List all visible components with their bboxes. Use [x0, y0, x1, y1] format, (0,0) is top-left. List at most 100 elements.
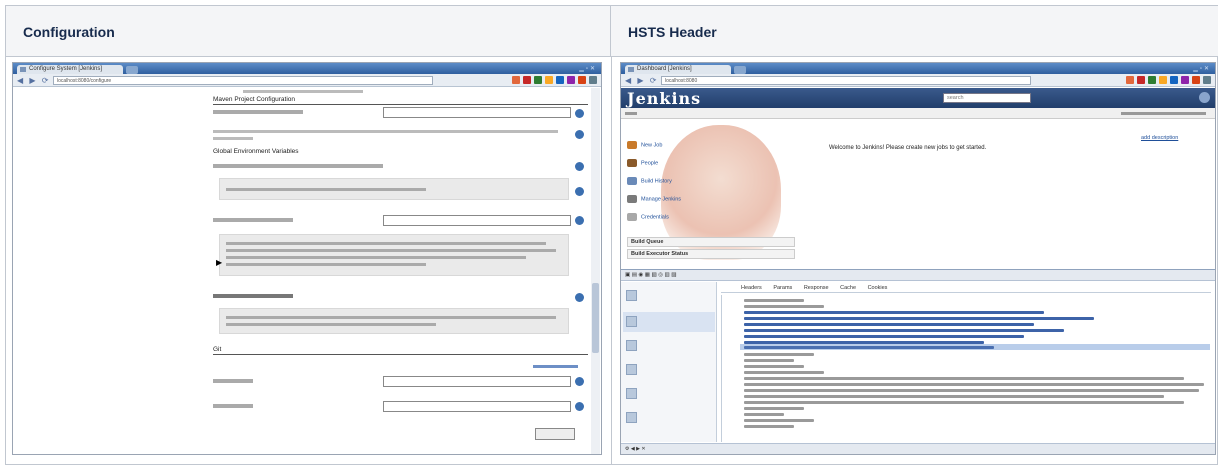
welcome-message: Welcome to Jenkins! Please create new jo…: [829, 145, 987, 151]
extension-icon: [1192, 76, 1200, 84]
build-executor-panel: Build Executor Status: [627, 249, 795, 259]
help-icon[interactable]: [575, 162, 584, 171]
extension-icon: [523, 76, 531, 84]
form-label: [213, 294, 293, 298]
header-line: [744, 401, 1184, 404]
header-line: [744, 419, 814, 422]
extension-icon: [1181, 76, 1189, 84]
help-icon[interactable]: [575, 130, 584, 139]
tab-params[interactable]: Params: [773, 285, 792, 291]
extension-icon: [1148, 76, 1156, 84]
git-email-field[interactable]: [383, 401, 571, 412]
header-line: [744, 305, 824, 308]
jenkins-header: Jenkins search: [621, 88, 1215, 108]
extension-icon: [534, 76, 542, 84]
file-icon: [626, 364, 637, 375]
status-icons: ⚙ ◀ ▶ ✕: [625, 446, 646, 452]
browser-navbar: ◀ ▶ ⟳ ☆ localhost:8080/configure: [13, 74, 601, 87]
help-icon[interactable]: [1199, 92, 1210, 103]
help-icon[interactable]: [575, 402, 584, 411]
maven-options-field[interactable]: [383, 107, 571, 118]
header-line: [744, 335, 1024, 338]
favicon-icon: [628, 67, 634, 72]
new-tab-icon: [734, 66, 746, 74]
configuration-screenshot: Configure System [Jenkins] ▁▫✕ ◀ ▶ ⟳ ☆ l…: [12, 62, 602, 455]
form-label: [213, 110, 303, 114]
header-line: [744, 317, 1094, 320]
wrench-icon: [1203, 76, 1211, 84]
extension-icon: [512, 76, 520, 84]
form-label: [213, 164, 383, 168]
global-config-link[interactable]: [533, 365, 578, 368]
header-line: [744, 323, 1034, 326]
request-item[interactable]: [623, 336, 715, 356]
task-people[interactable]: People: [627, 159, 658, 167]
header-line: [744, 329, 1064, 332]
help-icon[interactable]: [575, 109, 584, 118]
tab-headers[interactable]: Headers: [741, 285, 762, 291]
header-line: [744, 395, 1164, 398]
form-label: [213, 218, 293, 222]
header-line: [744, 311, 1044, 314]
task-manage-jenkins[interactable]: Manage Jenkins: [627, 195, 681, 203]
git-name-field[interactable]: [383, 376, 571, 387]
value-field[interactable]: [383, 215, 571, 226]
help-icon[interactable]: [575, 216, 584, 225]
search-input[interactable]: search: [943, 93, 1031, 103]
extension-icon: [556, 76, 564, 84]
request-item-selected[interactable]: [623, 312, 715, 332]
browser-navbar: ◀ ▶ ⟳ ☆ localhost:8080: [621, 74, 1215, 87]
browser-tab-title: Configure System [Jenkins]: [29, 66, 103, 72]
address-bar: localhost:8080: [661, 76, 1031, 85]
devtools-detail-tabs: Headers Params Response Cache Cookies: [721, 283, 1211, 293]
help-icon[interactable]: [575, 187, 584, 196]
header-line: [744, 299, 804, 302]
file-icon: [626, 316, 637, 327]
header-line: [744, 341, 984, 344]
section-heading-git: Git: [213, 346, 588, 355]
help-icon[interactable]: [575, 377, 584, 386]
task-build-history[interactable]: Build History: [627, 177, 672, 185]
header-line: [744, 377, 1184, 380]
help-icon[interactable]: [575, 293, 584, 302]
column-divider: [611, 57, 612, 465]
help-box: [219, 178, 569, 200]
file-icon: [626, 388, 637, 399]
configure-page: Maven Project Configuration Global Envir…: [13, 88, 601, 454]
section-heading-env-vars: Global Environment Variables: [213, 148, 299, 155]
tab-response[interactable]: Response: [804, 285, 829, 291]
browser-tab: Dashboard [Jenkins]: [625, 65, 731, 74]
add-description-link[interactable]: add description: [1141, 135, 1178, 141]
tab-cookies[interactable]: Cookies: [868, 285, 888, 291]
task-new-job[interactable]: New Job: [627, 141, 662, 149]
jenkins-logo[interactable]: Jenkins: [627, 89, 701, 108]
response-headers-pane: [721, 295, 1215, 442]
task-credentials[interactable]: Credentials: [627, 213, 669, 221]
tab-cache[interactable]: Cache: [840, 285, 856, 291]
scrollbar[interactable]: [591, 88, 600, 454]
extension-icons: [512, 76, 597, 84]
browser-titlebar: Dashboard [Jenkins] ▁▫✕: [621, 63, 1215, 74]
extension-icon: [1137, 76, 1145, 84]
blurred-text: [243, 90, 363, 93]
blurred-text: [213, 137, 253, 140]
build-queue-panel: Build Queue: [627, 237, 795, 247]
header-line: [744, 383, 1204, 386]
advanced-button[interactable]: [535, 428, 575, 440]
help-box: [219, 308, 569, 334]
column-header-hsts-header: HSTS Header: [611, 6, 1218, 57]
file-icon: [626, 340, 637, 351]
request-item[interactable]: [623, 360, 715, 380]
request-item[interactable]: [623, 286, 715, 306]
browser-tab: Configure System [Jenkins]: [17, 65, 123, 74]
devtools-request-list: [621, 282, 717, 442]
form-label: [213, 379, 253, 383]
scrollbar-thumb[interactable]: [592, 283, 599, 353]
request-item[interactable]: [623, 384, 715, 404]
file-icon: [626, 412, 637, 423]
header-line: [744, 407, 804, 410]
devtools-panel-tabs-icon[interactable]: ▣ ▤ ◉ ▦ ▧ ◎ ▥ ▨: [625, 272, 676, 278]
favicon-icon: [20, 67, 26, 72]
request-item[interactable]: [623, 408, 715, 428]
browser-titlebar: Configure System [Jenkins] ▁▫✕: [13, 63, 601, 74]
